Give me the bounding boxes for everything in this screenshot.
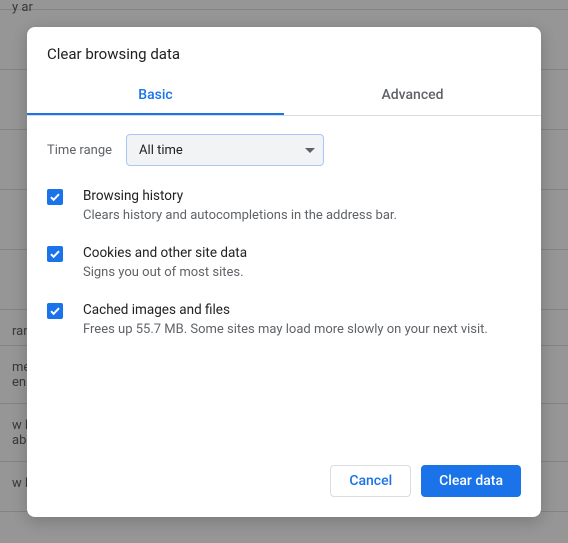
checkbox-cache[interactable] — [47, 303, 63, 319]
checkmark-icon — [49, 248, 61, 260]
option-text: Cookies and other site data Signs you ou… — [83, 245, 247, 282]
option-desc: Frees up 55.7 MB. Some sites may load mo… — [83, 321, 488, 339]
option-cache: Cached images and files Frees up 55.7 MB… — [47, 302, 521, 339]
option-title: Browsing history — [83, 188, 397, 204]
dialog-footer: Cancel Clear data — [27, 449, 541, 517]
option-title: Cached images and files — [83, 302, 488, 318]
clear-data-button[interactable]: Clear data — [421, 465, 521, 497]
time-range-value: All time — [139, 143, 183, 158]
tab-basic[interactable]: Basic — [27, 77, 284, 115]
option-text: Cached images and files Frees up 55.7 MB… — [83, 302, 488, 339]
checkmark-icon — [49, 191, 61, 203]
option-cookies: Cookies and other site data Signs you ou… — [47, 245, 521, 282]
chevron-down-icon — [305, 148, 315, 153]
dialog-content: Time range All time Browsing history Cle… — [27, 116, 541, 449]
tabs: Basic Advanced — [27, 77, 541, 116]
option-title: Cookies and other site data — [83, 245, 247, 261]
checkbox-cookies[interactable] — [47, 246, 63, 262]
clear-browsing-data-dialog: Clear browsing data Basic Advanced Time … — [27, 27, 541, 517]
checkbox-browsing-history[interactable] — [47, 189, 63, 205]
cancel-button[interactable]: Cancel — [330, 465, 411, 497]
time-range-row: Time range All time — [47, 134, 521, 166]
time-range-select[interactable]: All time — [126, 134, 324, 166]
checkmark-icon — [49, 305, 61, 317]
time-range-label: Time range — [47, 143, 112, 158]
option-desc: Signs you out of most sites. — [83, 264, 247, 282]
tab-advanced[interactable]: Advanced — [284, 77, 541, 115]
option-desc: Clears history and autocompletions in th… — [83, 207, 397, 225]
option-browsing-history: Browsing history Clears history and auto… — [47, 188, 521, 225]
option-text: Browsing history Clears history and auto… — [83, 188, 397, 225]
dialog-title: Clear browsing data — [27, 27, 541, 77]
